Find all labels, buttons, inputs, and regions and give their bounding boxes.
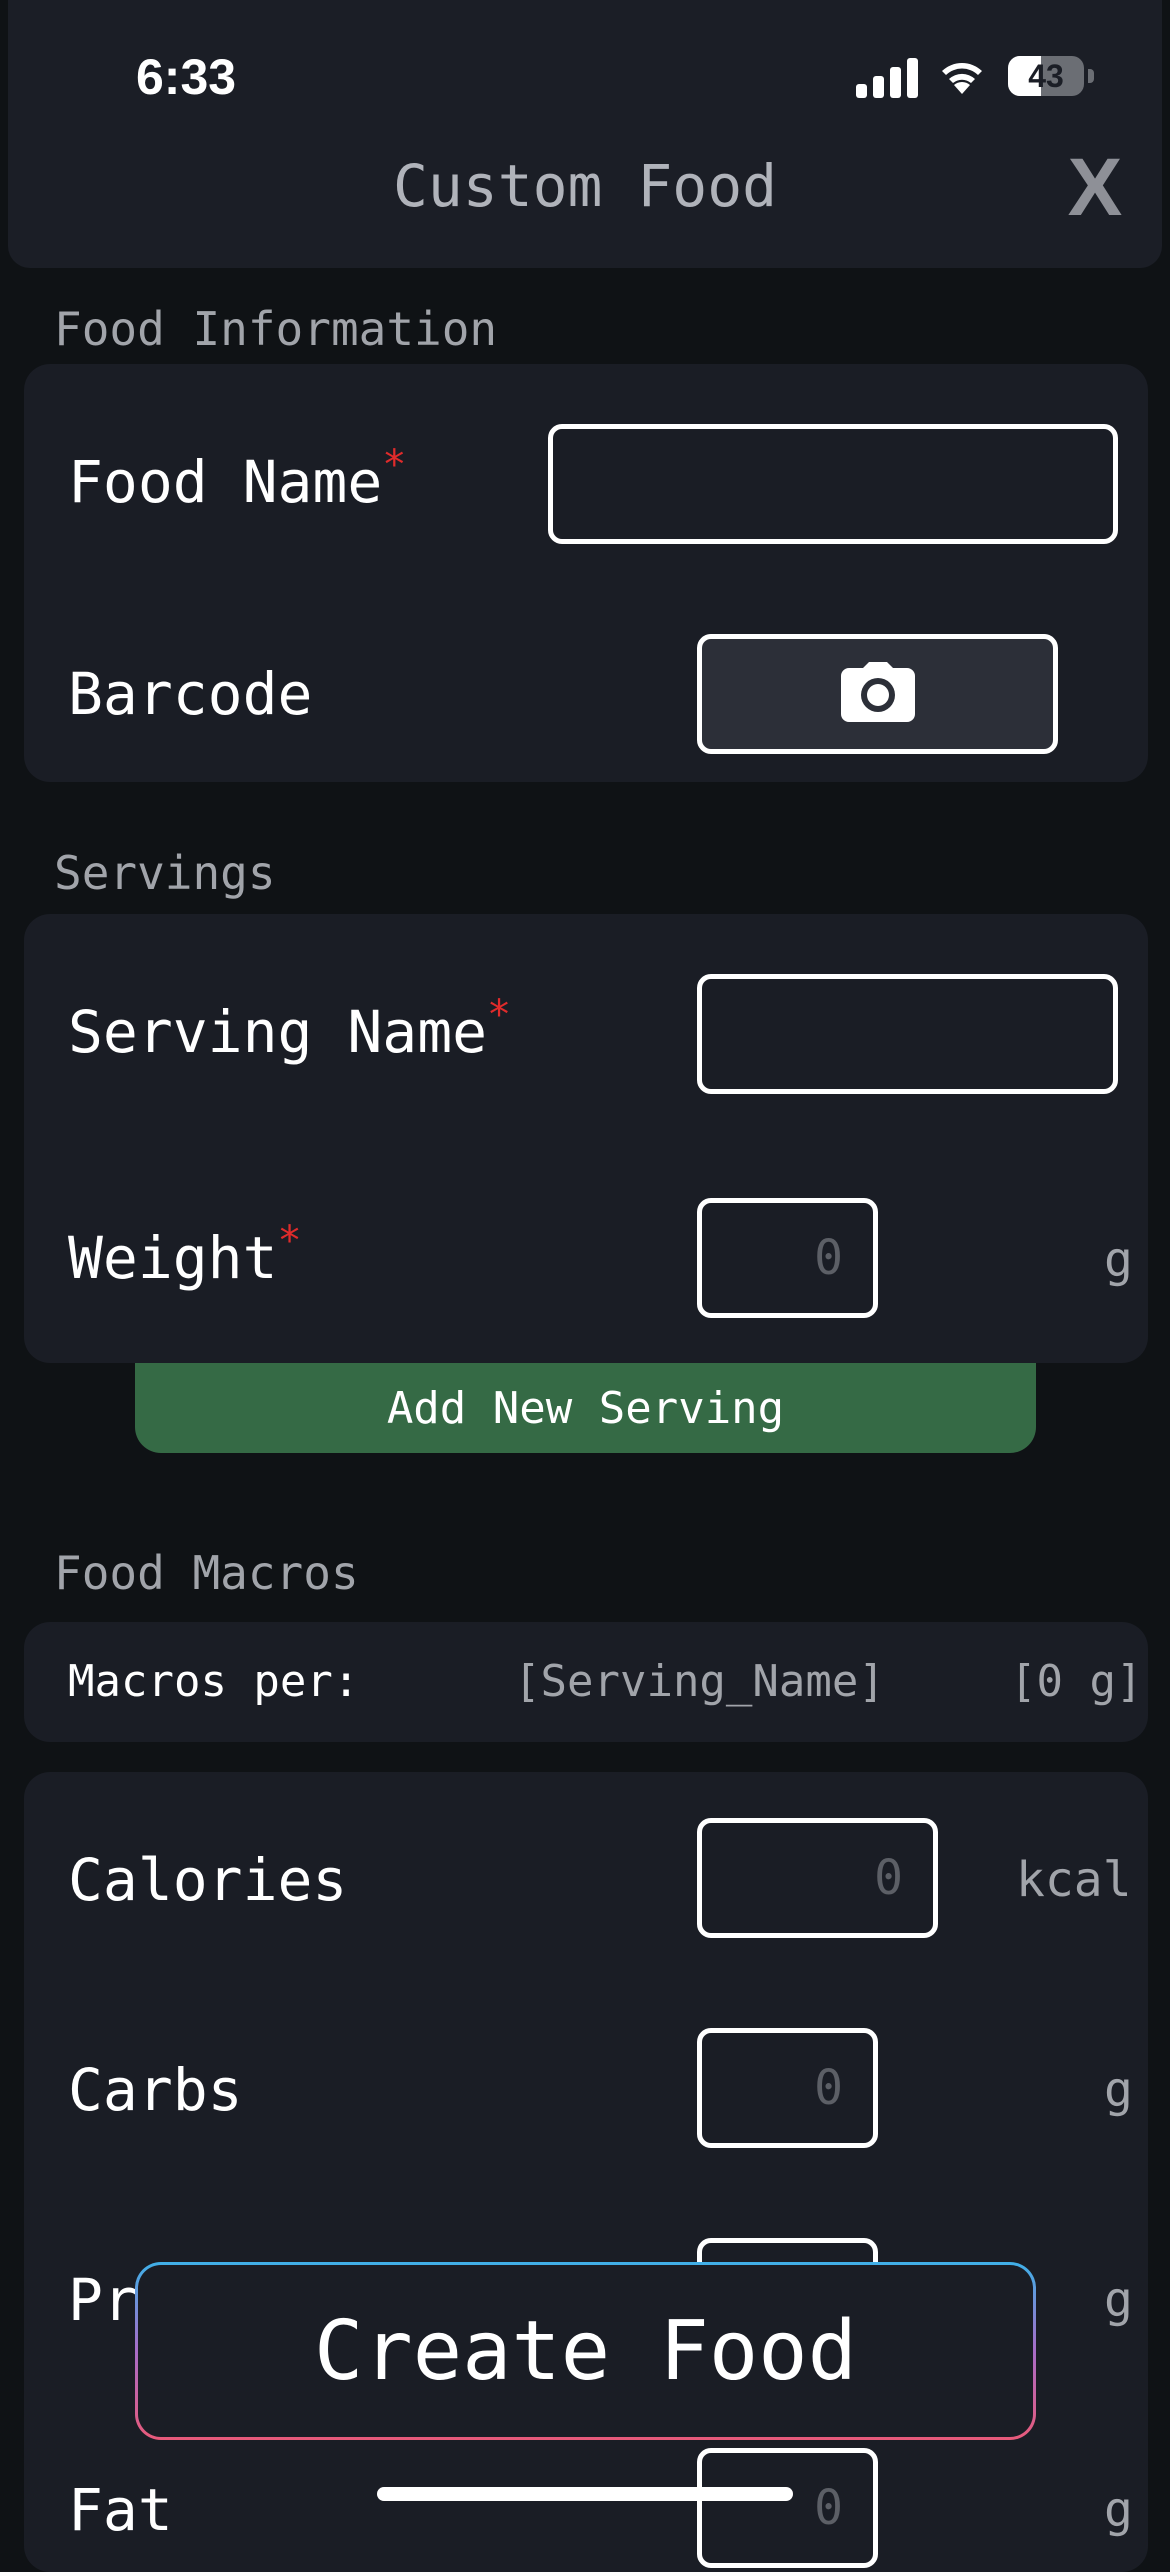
fat-unit: g [1104,2482,1133,2538]
battery-percent: 43 [1028,58,1064,94]
calories-input[interactable] [697,1818,938,1938]
home-indicator[interactable] [377,2487,793,2501]
weight-label: Weight* [68,1218,302,1292]
food-name-label-text: Food Name [68,448,383,516]
macros-per-weight: [0 g] [1010,1656,1143,1707]
calories-unit: kcal [1016,1852,1132,1908]
weight-input[interactable] [697,1198,878,1318]
section-title-food-macros: Food Macros [54,1546,359,1600]
carbs-label: Carbs [68,2056,243,2124]
fat-label: Fat [68,2476,173,2544]
protein-unit: g [1104,2272,1133,2328]
barcode-label: Barcode [68,660,313,728]
create-food-button[interactable]: Create Food [135,2262,1036,2440]
status-time: 6:33 [136,49,237,105]
required-asterisk: * [382,442,407,488]
header-bar [8,0,1162,268]
page-title: Custom Food [392,152,778,220]
barcode-scan-button[interactable] [697,634,1058,754]
macros-per-serving-name: [Serving_Name] [514,1656,885,1707]
food-name-label: Food Name* [68,442,406,516]
required-asterisk: * [277,1218,302,1264]
add-new-serving-button[interactable]: Add New Serving [135,1363,1036,1453]
serving-name-label-text: Serving Name [68,998,488,1066]
serving-name-input[interactable] [697,974,1118,1094]
calories-label: Calories [68,1846,348,1914]
required-asterisk: * [487,992,512,1038]
fat-input[interactable] [697,2448,878,2568]
section-title-food-information: Food Information [54,302,498,356]
carbs-input[interactable] [697,2028,878,2148]
carbs-unit: g [1104,2062,1133,2118]
serving-name-label: Serving Name* [68,992,511,1066]
close-button[interactable]: X [1060,147,1130,229]
weight-label-text: Weight [68,1224,278,1292]
camera-icon [840,662,915,726]
wifi-icon [938,56,986,100]
weight-unit: g [1104,1232,1133,1288]
cellular-signal-icon [856,58,918,102]
section-title-servings: Servings [54,846,276,900]
food-name-input[interactable] [548,424,1118,544]
macros-per-label: Macros per: [68,1656,360,1707]
